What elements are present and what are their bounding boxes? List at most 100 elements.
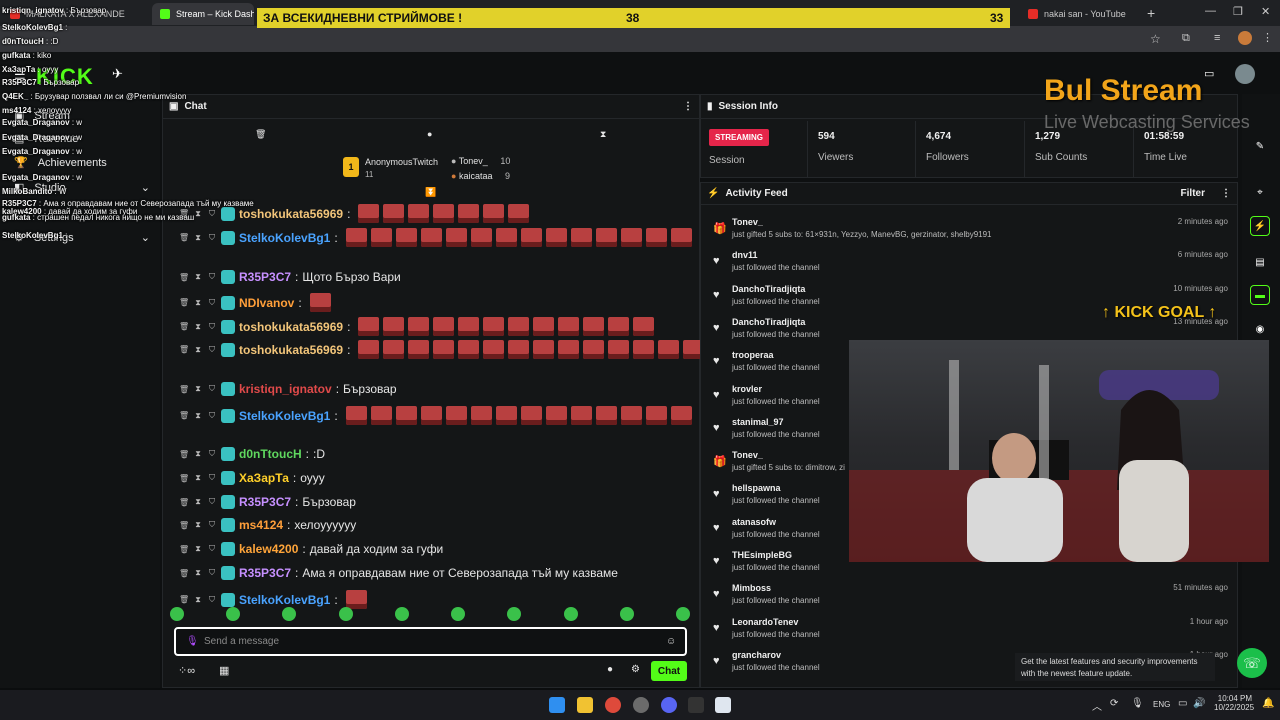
emote[interactable] [395,406,417,425]
ban-icon[interactable]: ⛉ [207,473,217,483]
ban-icon[interactable]: ⛉ [207,520,217,530]
emote[interactable] [470,228,492,247]
close-window-button[interactable]: ✕ [1261,5,1270,18]
emote[interactable] [633,317,655,336]
delete-message-icon[interactable]: 🗑 [179,569,189,578]
emote[interactable] [670,228,692,247]
emoji-icon[interactable]: ☺ [666,636,676,647]
rocket-icon[interactable]: ✈ [112,66,123,82]
microphone-icon[interactable]: 🎙 [186,636,199,647]
activity-username[interactable]: hellspawna [732,483,781,493]
browser-tab[interactable]: nakai san - YouTube ✕ [1020,3,1142,25]
mic-icon[interactable]: 🎙 [1131,698,1144,709]
activity-username[interactable]: stanimal_97 [732,417,784,427]
chat-username[interactable]: ms4124 [239,518,283,532]
quick-emote[interactable] [394,607,409,621]
emote[interactable] [383,204,405,223]
maximize-button[interactable]: ❐ [1233,5,1243,18]
sync-icon[interactable]: ⟳ [1110,698,1118,709]
emote[interactable] [358,340,380,359]
emote[interactable] [458,317,480,336]
ban-icon[interactable]: ⛉ [207,209,217,219]
emote[interactable] [433,340,455,359]
emote[interactable] [358,317,380,336]
emote[interactable] [383,317,405,336]
delete-message-icon[interactable]: 🗑 [179,345,189,354]
emote[interactable] [570,228,592,247]
lightning-icon[interactable]: ⚡ [1250,216,1270,236]
notepad-icon[interactable] [715,697,731,713]
quick-emote[interactable] [338,607,353,621]
emote[interactable] [645,406,667,425]
chat-username[interactable]: StelkoKolevBg1 [239,409,330,423]
notification-bell-icon[interactable]: 🔔 [1262,698,1274,709]
ban-icon[interactable]: ⛉ [207,233,217,243]
activity-username[interactable]: trooperaa [732,350,774,360]
emote[interactable] [520,228,542,247]
emote[interactable] [508,317,530,336]
emote[interactable] [570,406,592,425]
whatsapp-icon[interactable]: ☏ [1237,648,1267,678]
chat-username[interactable]: StelkoKolevBg1 [239,593,330,607]
chat-username[interactable]: R35P3C7 [239,566,291,580]
delete-message-icon[interactable]: 🗑 [179,498,189,507]
chrome-icon[interactable] [605,697,621,713]
emote[interactable] [370,406,392,425]
delete-message-icon[interactable]: 🗑 [179,474,189,483]
timeout-icon[interactable]: ⧗ [193,209,203,219]
emote[interactable] [309,293,331,312]
delete-message-icon[interactable]: 🗑 [179,385,189,394]
ban-icon[interactable]: ⛉ [207,595,217,605]
emote[interactable] [520,406,542,425]
ban-icon[interactable]: ⛉ [207,345,217,355]
chat-username[interactable]: R35P3C7 [239,270,291,284]
delete-message-icon[interactable]: 🗑 [179,411,189,420]
chat-username[interactable]: kristiqn_ignatov [239,382,332,396]
trash-icon[interactable]: 🗑 [255,129,266,140]
sidebar-item-achievements[interactable]: 🏆 Achievements [14,156,107,170]
chat-username[interactable]: toshokukata56969 [239,320,343,334]
profile-avatar[interactable] [1238,31,1252,45]
quick-emote[interactable] [451,607,466,621]
emote[interactable] [408,340,430,359]
windows-start-icon[interactable] [549,697,565,713]
timeout-icon[interactable]: ⧗ [193,272,203,282]
activity-username[interactable]: grancharov [732,650,781,660]
timeout-icon[interactable]: ⧗ [193,497,203,507]
minimize-button[interactable]: — [1205,5,1216,17]
edit-icon[interactable]: ✎ [1250,136,1270,156]
discord-icon[interactable] [661,697,677,713]
quick-emote[interactable] [563,607,578,621]
activity-username[interactable]: Tonev_ [732,450,763,460]
emote[interactable] [483,317,505,336]
timeout-icon[interactable]: ⧗ [193,384,203,394]
ban-icon[interactable]: ⛉ [207,497,217,507]
scroll-down-icon[interactable]: ⏬ [425,187,436,198]
infinity-icon[interactable]: ⁘∞ [178,664,195,677]
emote[interactable] [458,340,480,359]
emote[interactable] [533,340,555,359]
address-bar[interactable]: ☆ ⧉ ≡ ⋮ [0,26,1280,52]
send-chat-button[interactable]: Chat [651,661,687,681]
emote[interactable] [445,228,467,247]
obs-icon[interactable] [633,697,649,713]
emote[interactable] [508,340,530,359]
emote[interactable] [470,406,492,425]
emote[interactable] [495,406,517,425]
chat-username[interactable]: kalew4200 [239,542,298,556]
emote[interactable] [495,228,517,247]
chat-bubble-icon[interactable]: ● [427,129,432,139]
gear-icon[interactable]: ⚙ [631,664,640,675]
quick-emote[interactable] [170,607,184,621]
emote[interactable] [458,204,480,223]
delete-message-icon[interactable]: 🗑 [179,233,189,242]
chat-username[interactable]: d0nTtoucH [239,447,302,461]
timeout-icon[interactable]: ⧗ [193,595,203,605]
chat-username[interactable]: R35P3C7 [239,495,291,509]
emote[interactable] [420,406,442,425]
ban-icon[interactable]: ⛉ [207,272,217,282]
delete-message-icon[interactable]: 🗑 [179,322,189,331]
activity-username[interactable]: atanasofw [732,517,776,527]
ban-icon[interactable]: ⛉ [207,298,217,308]
delete-message-icon[interactable]: 🗑 [179,298,189,307]
